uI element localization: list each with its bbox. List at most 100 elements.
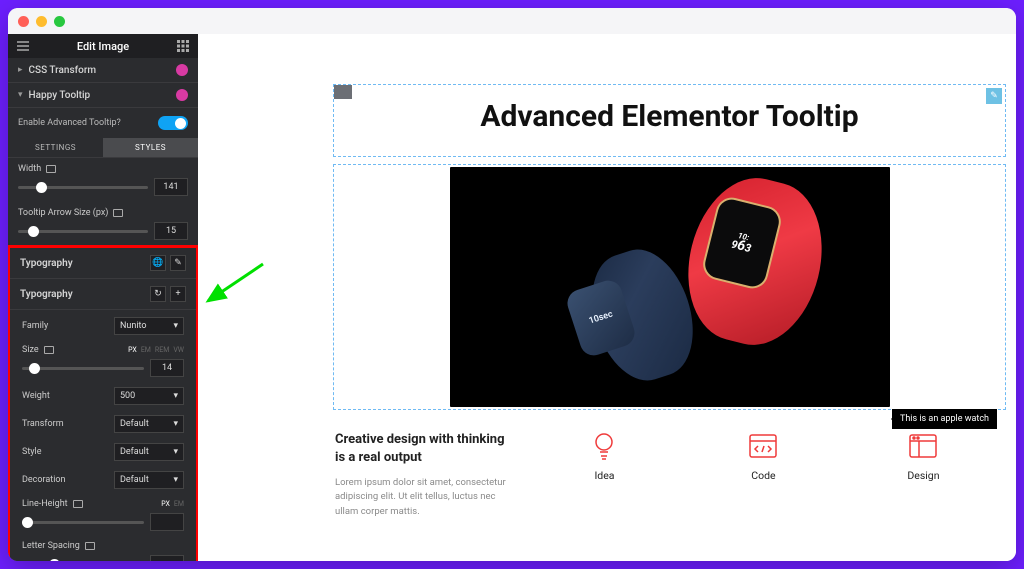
decoration-label: Decoration — [22, 475, 66, 485]
cards: Idea Code Design — [525, 431, 1004, 519]
arrow-size-slider[interactable] — [18, 230, 148, 233]
decoration-row: Decoration Default▾ — [10, 466, 196, 494]
desktop-icon[interactable] — [73, 500, 83, 508]
transform-label: Transform — [22, 419, 64, 429]
card-code[interactable]: Code — [748, 431, 778, 482]
card-label: Idea — [594, 469, 614, 482]
transform-row: Transform Default▾ — [10, 410, 196, 438]
weight-select[interactable]: 500▾ — [114, 387, 184, 405]
close-icon[interactable] — [18, 16, 29, 27]
bottom-paragraph: Lorem ipsum dolor sit amet, consectetur … — [335, 476, 511, 519]
size-label: Size — [22, 345, 39, 355]
watch-dial: 10:963 — [729, 230, 754, 255]
typography-sub-heading[interactable]: Typography ↻ + — [10, 279, 196, 310]
lh-units[interactable]: PXEM — [161, 500, 184, 508]
tabs: SETTINGS STYLES — [8, 138, 198, 158]
family-select[interactable]: Nunito▾ — [114, 317, 184, 335]
section-css-transform[interactable]: ▸ CSS Transform — [8, 58, 198, 83]
card-idea[interactable]: Idea — [589, 431, 619, 482]
desktop-icon[interactable] — [85, 542, 95, 550]
section-label: Happy Tooltip — [29, 90, 91, 101]
transform-select[interactable]: Default▾ — [114, 415, 184, 433]
weight-row: Weight 500▾ — [10, 382, 196, 410]
section-heading[interactable]: ✎ Advanced Elementor Tooltip — [333, 84, 1006, 157]
page-title: Advanced Elementor Tooltip — [334, 85, 1005, 156]
letter-spacing-label: Letter Spacing — [22, 541, 80, 551]
add-icon[interactable]: + — [170, 286, 186, 302]
letter-spacing-control: Letter Spacing — [10, 536, 196, 561]
enable-tooltip-row: Enable Advanced Tooltip? — [8, 108, 198, 138]
globe-icon[interactable]: 🌐 — [150, 255, 166, 271]
watch-red: 10:963 — [655, 167, 830, 357]
minimize-icon[interactable] — [36, 16, 47, 27]
section-edit-icon[interactable]: ✎ — [986, 88, 1002, 104]
desktop-icon[interactable] — [113, 209, 123, 217]
weight-label: Weight — [22, 391, 50, 401]
line-height-slider[interactable] — [22, 521, 144, 524]
highlight-box: Typography 🌐 ✎ Typography ↻ + Family — [8, 245, 199, 561]
family-label: Family — [22, 321, 48, 331]
card-label: Code — [751, 469, 775, 482]
sidebar-header: Edit Image — [8, 34, 198, 58]
titlebar — [8, 8, 1016, 34]
watch-face-text: 10sec — [587, 309, 613, 326]
code-icon — [748, 431, 778, 461]
size-control: Size PXEMREMVW 14 — [10, 340, 196, 382]
layout-icon — [908, 431, 938, 461]
width-slider[interactable] — [18, 186, 148, 189]
card-label: Design — [907, 469, 939, 482]
menu-icon[interactable] — [16, 39, 30, 53]
tab-settings[interactable]: SETTINGS — [8, 138, 103, 158]
style-label: Style — [22, 447, 42, 457]
section-image[interactable]: 10sec 10:963 This is an apple watch — [333, 164, 1006, 410]
line-height-value[interactable] — [150, 513, 184, 531]
tab-styles[interactable]: STYLES — [103, 138, 198, 158]
section-happy-tooltip[interactable]: ▾ Happy Tooltip — [8, 83, 198, 108]
width-label: Width — [18, 164, 41, 174]
width-value[interactable]: 141 — [154, 178, 188, 196]
typography-heading[interactable]: Typography 🌐 ✎ — [10, 248, 196, 279]
chevron-down-icon: ▾ — [173, 419, 178, 429]
size-slider[interactable] — [22, 367, 144, 370]
grid-icon[interactable] — [176, 39, 190, 53]
line-height-control: Line-Height PXEM — [10, 494, 196, 536]
letter-spacing-value[interactable] — [150, 555, 184, 561]
chevron-down-icon: ▾ — [18, 90, 23, 100]
desktop-icon[interactable] — [44, 346, 54, 354]
content: Edit Image ▸ CSS Transform ▾ Happy Tooltip… — [8, 34, 1016, 561]
typography-sub-label: Typography — [20, 289, 73, 300]
product-image[interactable]: 10sec 10:963 — [450, 167, 890, 407]
family-row: Family Nunito▾ — [10, 312, 196, 340]
desktop-icon[interactable] — [46, 165, 56, 173]
section-label: CSS Transform — [29, 65, 97, 76]
bottom-row: Creative design with thinking is a real … — [333, 417, 1006, 529]
line-height-label: Line-Height — [22, 499, 68, 509]
maximize-icon[interactable] — [54, 16, 65, 27]
enable-toggle[interactable] — [158, 116, 188, 130]
style-select[interactable]: Default▾ — [114, 443, 184, 461]
enable-label: Enable Advanced Tooltip? — [18, 118, 121, 128]
section-handle-icon[interactable] — [334, 85, 352, 99]
chevron-down-icon: ▾ — [173, 391, 178, 401]
chevron-down-icon: ▾ — [173, 475, 178, 485]
typography-heading-label: Typography — [20, 258, 73, 269]
arrow-size-label: Tooltip Arrow Size (px) — [18, 208, 108, 218]
width-control: Width 141 — [8, 158, 198, 202]
image-wrap: 10sec 10:963 — [334, 165, 1005, 409]
arrow-size-value[interactable]: 15 — [154, 222, 188, 240]
reset-icon[interactable]: ↻ — [150, 286, 166, 302]
sidebar: Edit Image ▸ CSS Transform ▾ Happy Tooltip… — [8, 34, 198, 561]
decoration-select[interactable]: Default▾ — [114, 471, 184, 489]
size-units[interactable]: PXEMREMVW — [128, 346, 184, 354]
canvas: ✎ Advanced Elementor Tooltip 10sec 1 — [198, 34, 1016, 561]
plugin-badge-icon — [176, 89, 188, 101]
lightbulb-icon — [589, 431, 619, 461]
plugin-badge-icon — [176, 64, 188, 76]
typography-panel: Family Nunito▾ Size PXEMREMVW 14 — [10, 310, 196, 561]
edit-icon[interactable]: ✎ — [170, 255, 186, 271]
card-design[interactable]: Design — [907, 431, 939, 482]
bottom-text: Creative design with thinking is a real … — [335, 431, 525, 519]
chevron-right-icon: ▸ — [18, 65, 23, 75]
sidebar-title: Edit Image — [77, 40, 129, 53]
size-value[interactable]: 14 — [150, 359, 184, 377]
